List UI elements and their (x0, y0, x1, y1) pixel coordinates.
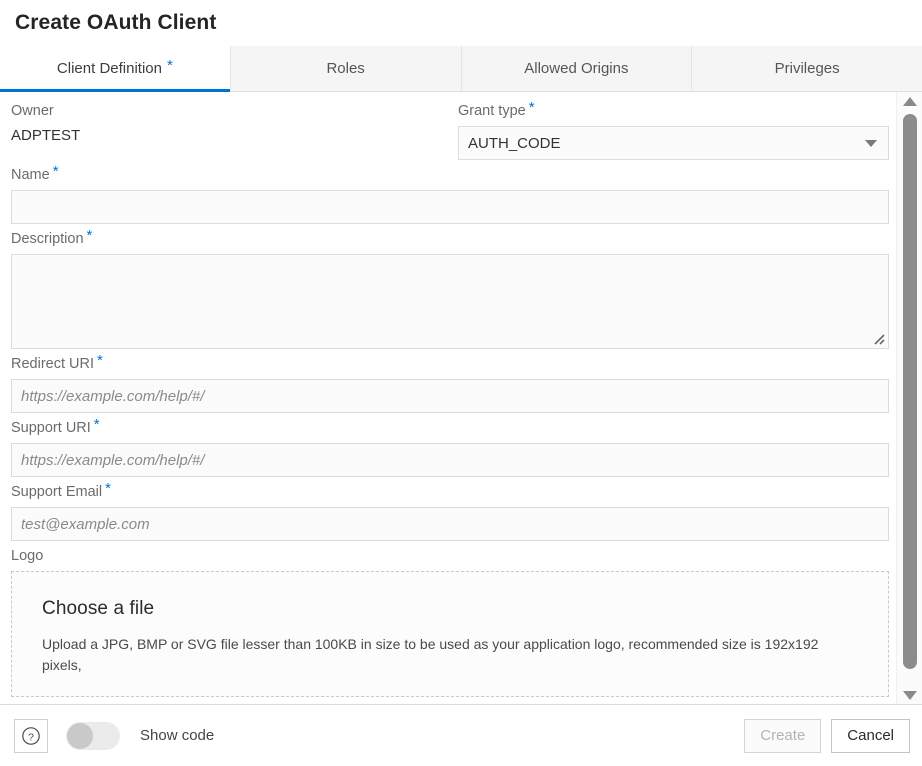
grant-type-selected-value: AUTH_CODE (468, 135, 561, 152)
show-code-label: Show code (140, 727, 214, 744)
field-owner: Owner ADPTEST (11, 102, 458, 151)
chevron-down-icon (865, 140, 877, 147)
show-code-toggle[interactable] (66, 722, 120, 750)
field-logo: Logo Choose a file Upload a JPG, BMP or … (11, 547, 889, 697)
field-support-uri: Support URI* (11, 419, 889, 477)
client-definition-form: Owner ADPTEST Grant type* AUTH_CODE (0, 92, 896, 704)
redirect-uri-label: Redirect URI* (11, 355, 889, 373)
support-uri-label: Support URI* (11, 419, 889, 437)
tab-label: Client Definition (57, 60, 162, 77)
tab-label: Privileges (775, 60, 840, 77)
required-indicator: * (53, 163, 59, 180)
name-input[interactable] (11, 190, 889, 224)
tab-privileges[interactable]: Privileges (692, 46, 922, 91)
redirect-uri-input[interactable] (11, 379, 889, 413)
field-grant-type: Grant type* AUTH_CODE (458, 102, 889, 160)
grant-type-label-text: Grant type (458, 103, 526, 119)
description-textarea[interactable] (11, 254, 889, 349)
tab-allowed-origins[interactable]: Allowed Origins (462, 46, 693, 91)
redirect-uri-label-text: Redirect URI (11, 356, 94, 372)
dialog-footer: ? Show code Create Cancel (0, 704, 922, 766)
required-indicator: * (167, 58, 173, 73)
support-uri-label-text: Support URI (11, 420, 91, 436)
create-button[interactable]: Create (744, 719, 821, 753)
required-indicator: * (529, 99, 535, 116)
name-label-text: Name (11, 167, 50, 183)
dialog-body: Owner ADPTEST Grant type* AUTH_CODE (0, 92, 922, 704)
page-title: Create OAuth Client (0, 0, 922, 46)
field-description: Description* (11, 230, 889, 349)
owner-value: ADPTEST (11, 126, 458, 151)
support-email-label: Support Email* (11, 483, 889, 501)
triangle-up-icon (903, 97, 917, 106)
question-circle-icon: ? (21, 726, 41, 746)
logo-label: Logo (11, 547, 889, 565)
create-oauth-client-dialog: Create OAuth Client Client Definition * … (0, 0, 922, 766)
triangle-down-icon (903, 691, 917, 700)
svg-text:?: ? (28, 731, 34, 743)
dropzone-title: Choose a file (42, 598, 858, 620)
grant-type-select[interactable]: AUTH_CODE (458, 126, 889, 160)
required-indicator: * (105, 480, 111, 497)
logo-dropzone[interactable]: Choose a file Upload a JPG, BMP or SVG f… (11, 571, 889, 697)
tab-label: Roles (326, 60, 364, 77)
vertical-scrollbar[interactable] (896, 92, 922, 704)
support-email-input[interactable] (11, 507, 889, 541)
field-name: Name* (11, 166, 889, 224)
toggle-knob (67, 723, 93, 749)
description-label-text: Description (11, 231, 84, 247)
tab-label: Allowed Origins (524, 60, 628, 77)
dropzone-description: Upload a JPG, BMP or SVG file lesser tha… (42, 634, 858, 676)
scroll-down-button[interactable] (897, 686, 922, 704)
required-indicator: * (94, 416, 100, 433)
support-uri-input[interactable] (11, 443, 889, 477)
tab-bar: Client Definition * Roles Allowed Origin… (0, 46, 922, 92)
scrollbar-thumb[interactable] (903, 114, 917, 669)
tab-client-definition[interactable]: Client Definition * (0, 46, 231, 91)
required-indicator: * (97, 352, 103, 369)
required-indicator: * (87, 227, 93, 244)
cancel-button[interactable]: Cancel (831, 719, 910, 753)
description-label: Description* (11, 230, 889, 248)
field-redirect-uri: Redirect URI* (11, 355, 889, 413)
field-support-email: Support Email* (11, 483, 889, 541)
tab-roles[interactable]: Roles (231, 46, 462, 91)
name-label: Name* (11, 166, 889, 184)
support-email-label-text: Support Email (11, 484, 102, 500)
scroll-up-button[interactable] (897, 92, 922, 110)
help-button[interactable]: ? (14, 719, 48, 753)
owner-label: Owner (11, 102, 458, 120)
grant-type-label: Grant type* (458, 102, 889, 120)
owner-granttype-row: Owner ADPTEST Grant type* AUTH_CODE (11, 102, 889, 166)
